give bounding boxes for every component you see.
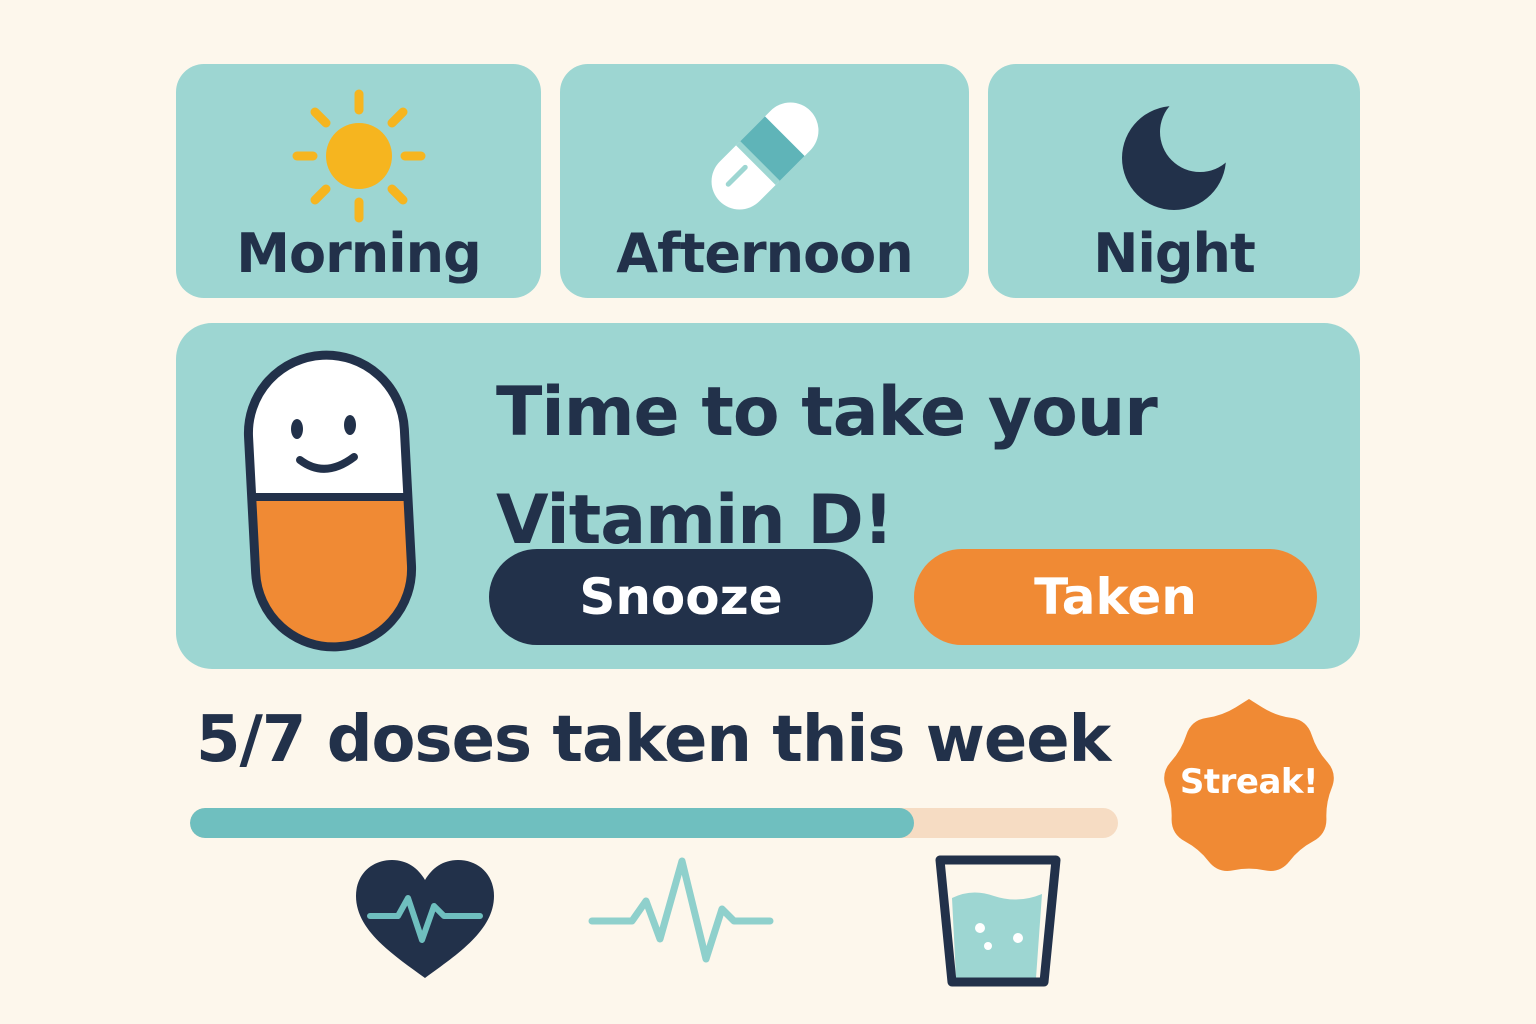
- weekly-progress-bar: [190, 808, 1118, 838]
- tab-morning-label: Morning: [236, 222, 482, 285]
- tab-afternoon[interactable]: Afternoon: [560, 64, 969, 298]
- reminder-card: Time to take your Vitamin D! Snooze Take…: [176, 323, 1360, 669]
- weekly-progress-fill: [190, 808, 914, 838]
- streak-badge: Streak!: [1156, 696, 1342, 882]
- tab-morning[interactable]: Morning: [176, 64, 541, 298]
- smiling-pill-mascot-icon: [243, 350, 417, 652]
- tab-night-label: Night: [1093, 222, 1256, 285]
- tab-afternoon-label: Afternoon: [616, 222, 913, 285]
- water-glass-icon: [935, 855, 1061, 987]
- pill-capsule-icon: [711, 102, 818, 210]
- heart-pulse-icon: [356, 860, 494, 978]
- snooze-button[interactable]: Snooze: [489, 549, 873, 645]
- reminder-message-line1: Time to take your: [496, 373, 1158, 452]
- taken-button[interactable]: Taken: [914, 549, 1317, 645]
- streak-badge-label: Streak!: [1179, 762, 1319, 802]
- tab-night[interactable]: Night: [988, 64, 1360, 298]
- reminder-message: Time to take your Vitamin D!: [496, 359, 1296, 575]
- moon-icon: [1122, 106, 1226, 210]
- pulse-line-icon: [588, 857, 774, 963]
- sun-icon: [292, 89, 425, 223]
- weekly-progress-label: 5/7 doses taken this week: [196, 703, 1111, 777]
